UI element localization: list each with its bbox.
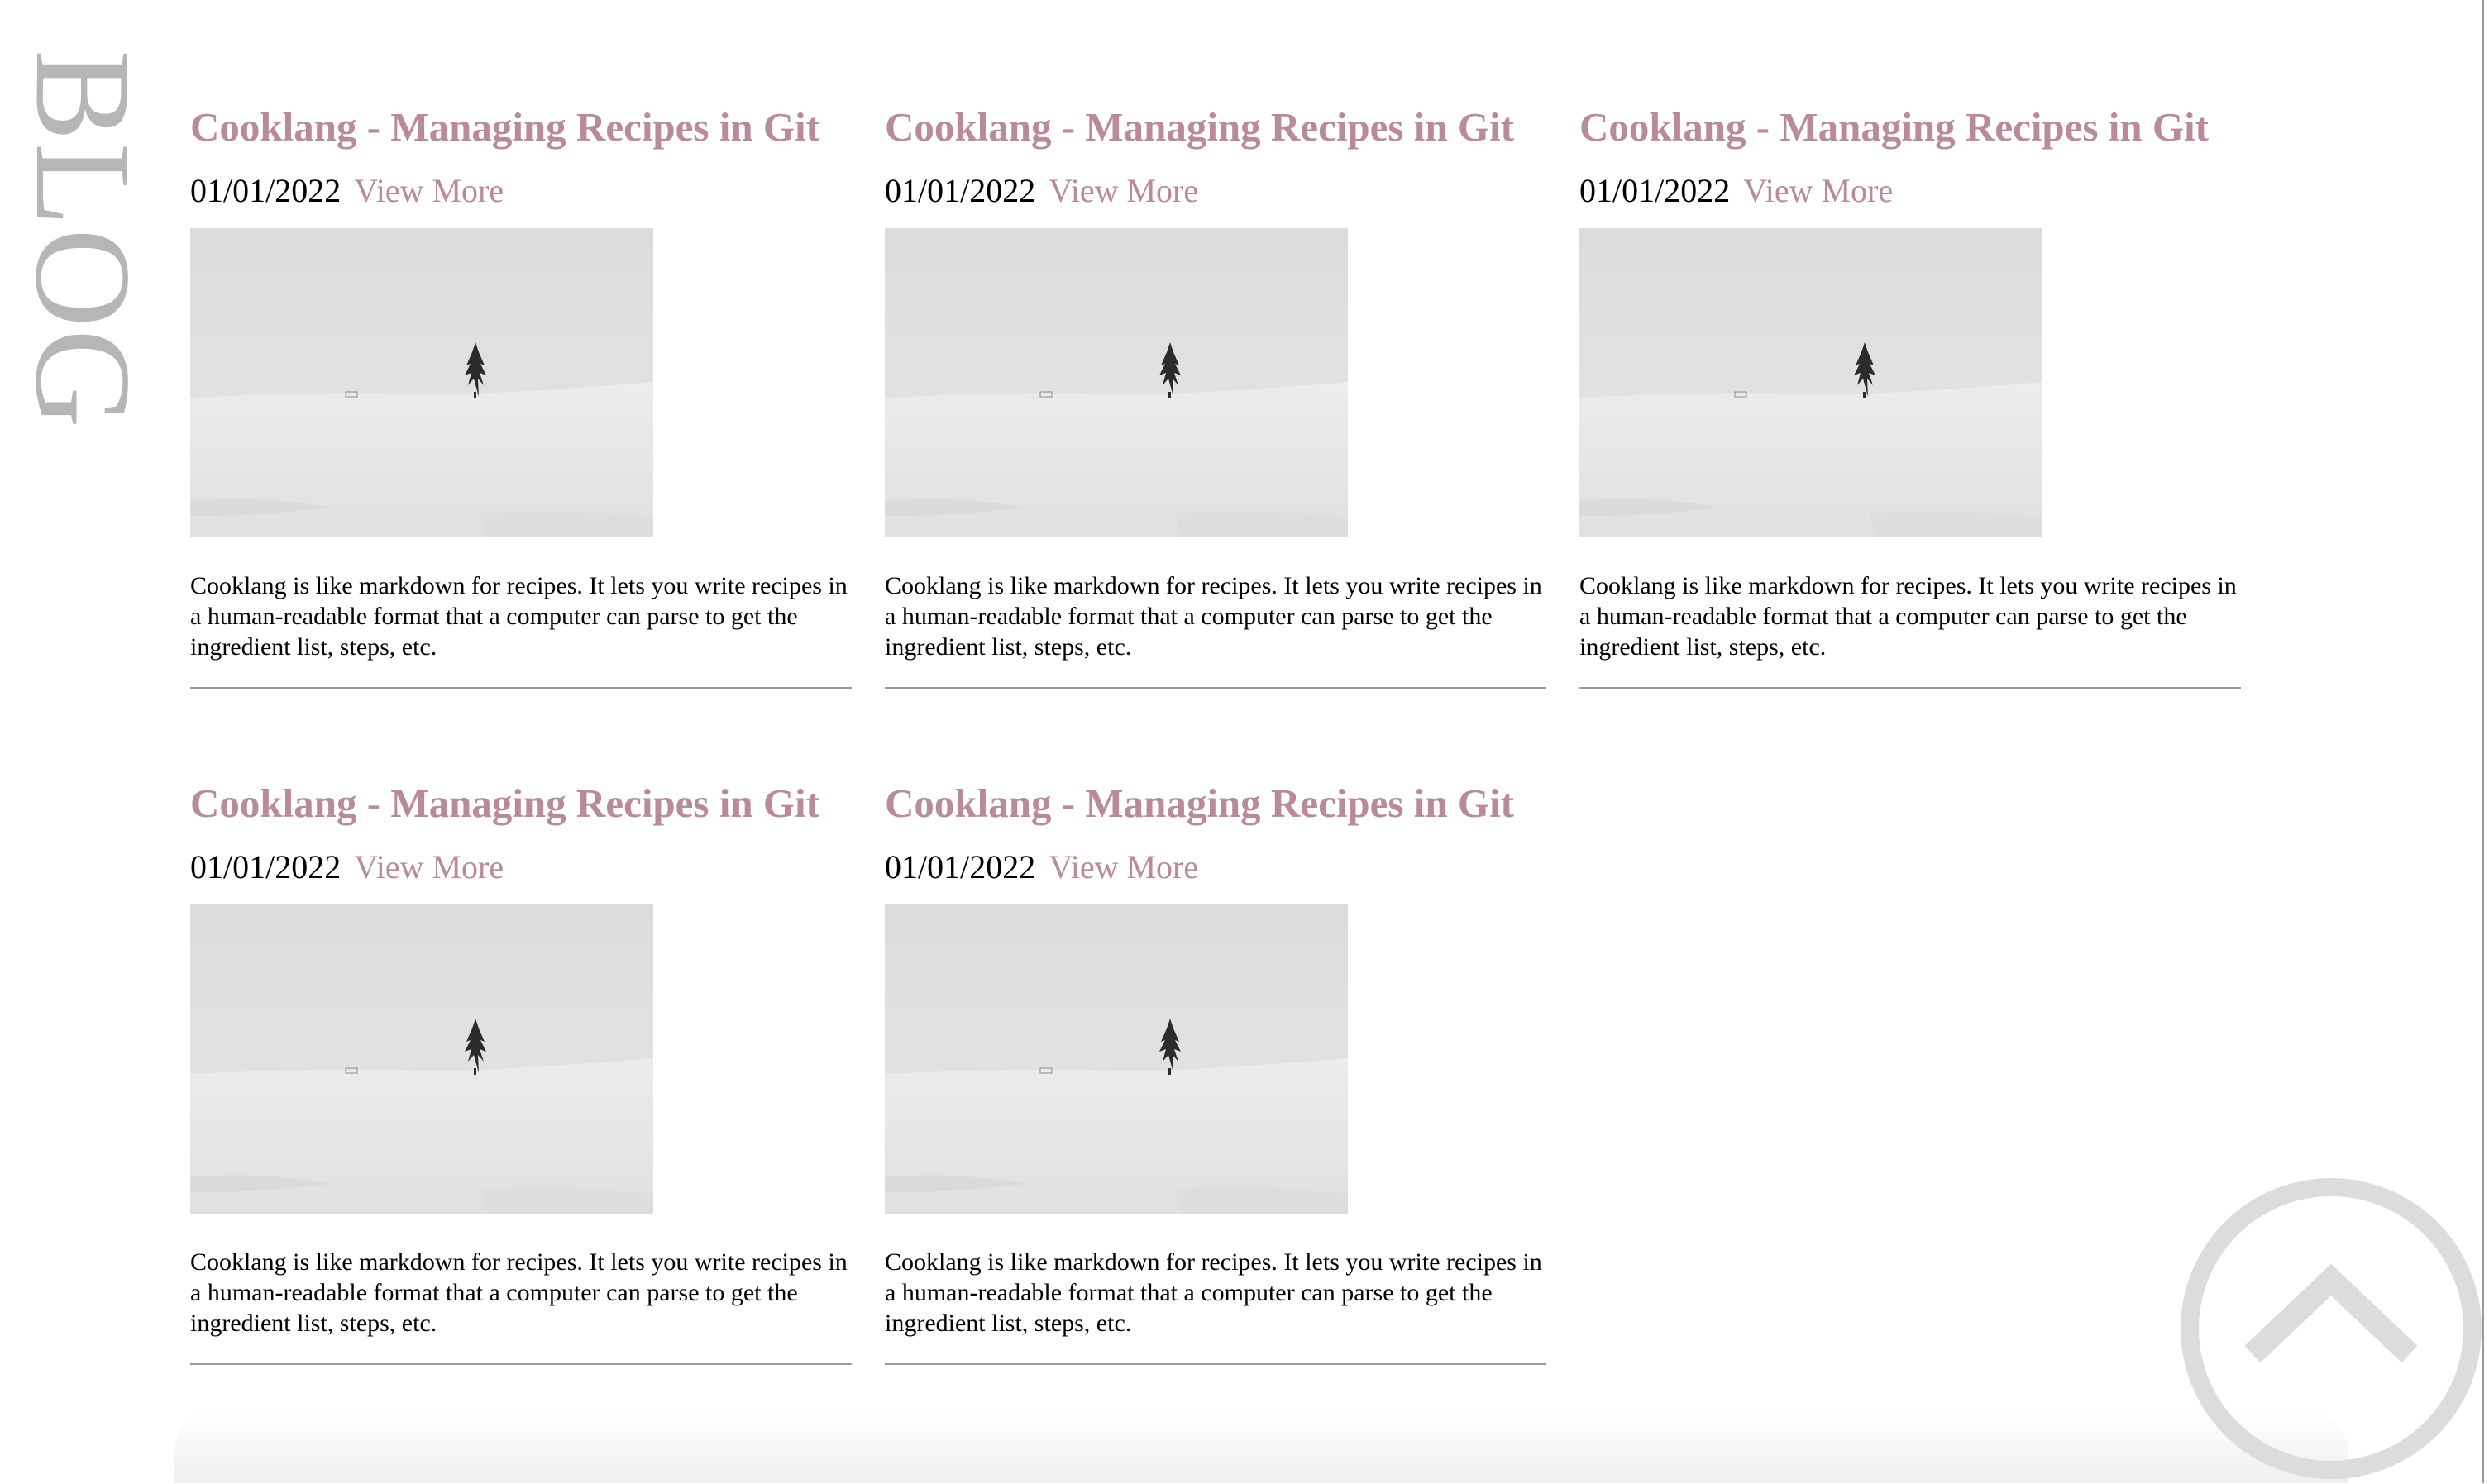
blog-post-card: Cooklang - Managing Recipes in Git 01/01… — [885, 98, 1546, 695]
post-thumbnail-image[interactable] — [885, 904, 1348, 1214]
post-excerpt: Cooklang is like markdown for recipes. I… — [190, 572, 848, 661]
post-divider — [190, 1363, 852, 1365]
bottom-fade-overlay — [174, 1405, 2348, 1483]
post-date: 01/01/2022 — [190, 172, 342, 209]
post-thumbnail-image[interactable] — [190, 904, 653, 1214]
blog-label-text: BLOG — [7, 50, 160, 430]
view-more-link[interactable]: View More — [354, 848, 504, 885]
post-divider — [885, 687, 1546, 689]
page-edge-line — [2482, 0, 2484, 1483]
blog-post-card: Cooklang - Managing Recipes in Git 01/01… — [190, 774, 852, 1372]
view-more-link[interactable]: View More — [1049, 172, 1198, 209]
post-title-link[interactable]: Cooklang - Managing Recipes in Git — [885, 98, 1546, 157]
post-title-link[interactable]: Cooklang - Managing Recipes in Git — [190, 98, 852, 157]
post-excerpt: Cooklang is like markdown for recipes. I… — [190, 1248, 848, 1337]
back-to-top-button[interactable] — [2180, 1177, 2482, 1480]
blog-post-card: Cooklang - Managing Recipes in Git 01/01… — [1579, 98, 2241, 695]
view-more-link[interactable]: View More — [1049, 848, 1198, 885]
post-date: 01/01/2022 — [885, 172, 1036, 209]
view-more-link[interactable]: View More — [354, 172, 504, 209]
blog-post-card: Cooklang - Managing Recipes in Git 01/01… — [190, 98, 852, 695]
post-meta: 01/01/2022 View More — [885, 169, 1546, 213]
view-more-link[interactable]: View More — [1743, 172, 1893, 209]
blog-post-card: Cooklang - Managing Recipes in Git 01/01… — [885, 774, 1546, 1372]
post-title-link[interactable]: Cooklang - Managing Recipes in Git — [1579, 98, 2241, 157]
sidebar-blog-label: BLOG — [7, 50, 160, 438]
post-thumbnail-image[interactable] — [1579, 228, 2042, 537]
post-thumbnail-image[interactable] — [885, 228, 1348, 537]
post-date: 01/01/2022 — [885, 848, 1036, 885]
post-date: 01/01/2022 — [1579, 172, 1731, 209]
post-divider — [885, 1363, 1546, 1365]
post-meta: 01/01/2022 View More — [885, 845, 1546, 890]
post-excerpt: Cooklang is like markdown for recipes. I… — [885, 572, 1542, 661]
post-excerpt: Cooklang is like markdown for recipes. I… — [1579, 572, 2237, 661]
chevron-up-icon — [2181, 1178, 2482, 1479]
post-title-link[interactable]: Cooklang - Managing Recipes in Git — [885, 774, 1546, 833]
post-meta: 01/01/2022 View More — [190, 845, 852, 890]
post-excerpt: Cooklang is like markdown for recipes. I… — [885, 1248, 1542, 1337]
post-meta: 01/01/2022 View More — [190, 169, 852, 213]
post-title-link[interactable]: Cooklang - Managing Recipes in Git — [190, 774, 852, 833]
post-divider — [190, 687, 852, 689]
post-date: 01/01/2022 — [190, 848, 342, 885]
post-thumbnail-image[interactable] — [190, 228, 653, 537]
post-meta: 01/01/2022 View More — [1579, 169, 2241, 213]
post-divider — [1579, 687, 2241, 689]
